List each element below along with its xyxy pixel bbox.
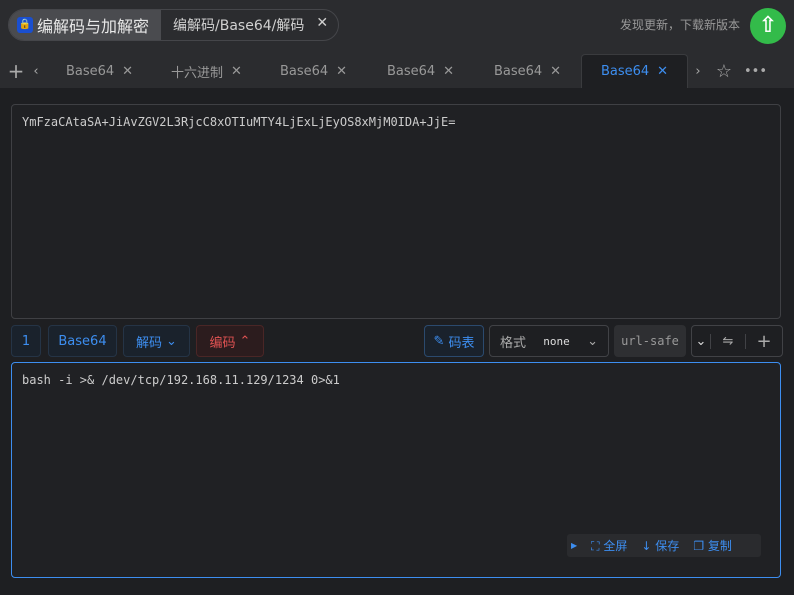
chevron-down-icon: ⌄ [166,333,177,349]
decode-label: 解码 [136,335,163,351]
tab[interactable]: Base64 ✕ [474,54,581,88]
swap-icon[interactable]: ⇋ [711,333,746,349]
download-icon: ↓ [641,539,652,553]
button-group: ⌄ ⇋ + [691,325,783,357]
upgrade-button[interactable]: ⇧ [750,8,786,44]
breadcrumb: 🔒 编解码与加解密 编解码/Base64/解码 ✕ [8,9,340,41]
chevron-up-icon: ⌃ [239,333,251,349]
encode-label: 编码 [209,335,236,351]
tab[interactable]: Base64 ✕ [46,54,153,88]
format-value: none [543,334,570,348]
chevron-down-icon: ⌄ [587,333,598,349]
star-icon[interactable]: ☆ [714,61,734,82]
close-icon[interactable]: ✕ [231,64,242,79]
save-button[interactable]: ↓ 保存 [641,537,679,554]
format-label: 格式 [500,335,527,351]
index-badge: 1 [11,325,41,357]
input-textarea[interactable]: YmFzaCAtaSA+JiAvZGV2L3RjcC8xOTIuMTY4LjEx… [11,104,781,319]
tab-label: Base64 [386,63,436,79]
close-icon[interactable]: ✕ [122,64,133,79]
decode-button[interactable]: 解码 ⌄ [123,325,190,357]
close-icon[interactable]: ✕ [336,64,347,79]
tab[interactable]: Base64 ✕ [260,54,367,88]
tab-bar: + ‹ Base64 ✕ 十六进制 ✕ Base64 ✕ Base64 ✕ Base64… [0,54,794,88]
tab-label: Base64 [65,63,115,79]
more-icon[interactable]: ••• [744,64,767,79]
copy-label: 复制 [707,539,732,553]
code-table-label: 码表 [448,335,475,351]
encode-button[interactable]: 编码 ⌃ [196,325,264,357]
output-actions: ▶ ⛶ 全屏 ↓ 保存 ❐ 复制 [567,534,761,557]
scroll-left-icon[interactable]: ‹ [26,64,46,79]
mode-button[interactable]: Base64 [48,325,117,357]
tab-label: Base64 [279,63,329,79]
lock-icon: 🔒 [17,17,33,33]
tab-label: 十六进制 [171,65,224,81]
chevron-down-icon[interactable]: ⌄ [692,333,711,349]
fullscreen-button[interactable]: ⛶ 全屏 [591,537,627,554]
update-link[interactable]: 发现更新，下载新版本 [620,16,740,33]
fullscreen-label: 全屏 [603,539,628,553]
add-tab-icon[interactable]: + [6,59,26,83]
scroll-right-icon[interactable]: › [688,64,708,79]
save-label: 保存 [655,539,680,553]
close-icon[interactable]: ✕ [657,64,668,79]
breadcrumb-path: 编解码/Base64/解码 [173,18,305,34]
expand-icon[interactable]: ▶ [571,541,577,550]
fullscreen-icon: ⛶ [591,539,600,553]
url-safe-toggle[interactable]: url-safe [614,325,686,357]
tab[interactable]: Base64 ✕ [367,54,474,88]
close-icon[interactable]: ✕ [443,64,454,79]
code-table-button[interactable]: ✎ 码表 [424,325,484,357]
tab-label: Base64 [493,63,543,79]
close-icon[interactable]: ✕ [316,15,328,35]
app-title: 编解码与加解密 [37,17,150,36]
copy-button[interactable]: ❐ 复制 [693,537,732,554]
toolbar: 1 Base64 解码 ⌄ 编码 ⌃ ✎ 码表 格式 none ⌄ url-safe ⌄ … [11,325,783,357]
tab-label: Base64 [600,64,650,79]
format-select[interactable]: 格式 none ⌄ [489,325,609,357]
copy-icon: ❐ [693,539,705,553]
tab-active[interactable]: Base64 ✕ [581,54,688,88]
close-icon[interactable]: ✕ [550,64,561,79]
plus-icon[interactable]: + [746,331,782,352]
tab[interactable]: 十六进制 ✕ [153,54,260,88]
pencil-icon: ✎ [433,333,445,349]
app-home[interactable]: 🔒 编解码与加解密 [9,10,162,40]
